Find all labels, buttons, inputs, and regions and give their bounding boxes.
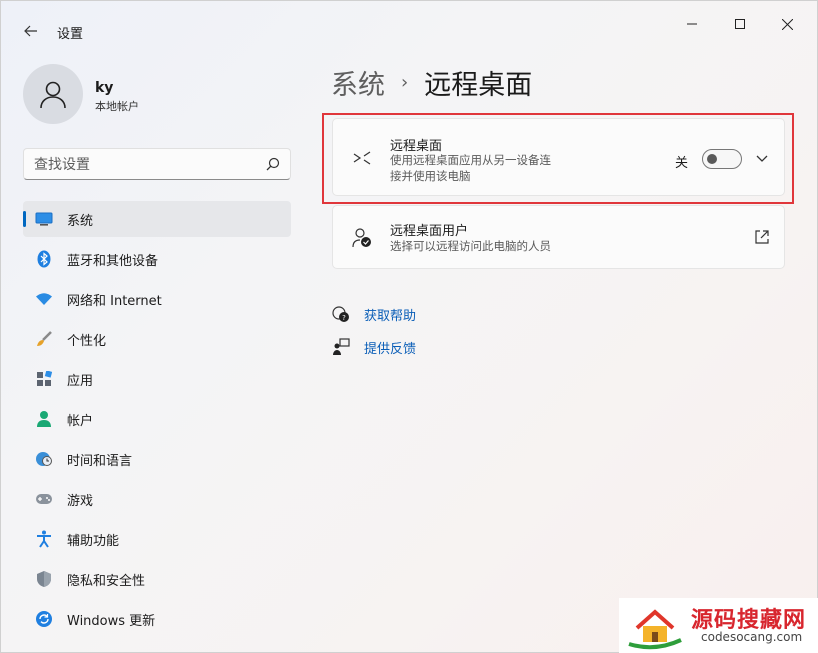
title-bar: 设置 — [1, 1, 818, 49]
remote-desktop-users-title: 远程桌面用户 — [390, 224, 469, 239]
gamepad-icon — [35, 490, 53, 508]
search-box[interactable] — [23, 148, 291, 180]
minimize-icon — [687, 23, 697, 25]
sidebar-item-label: 网络和 Internet — [67, 293, 162, 309]
sidebar-item-label: 时间和语言 — [67, 453, 133, 469]
watermark: 源码搜藏网 codesocang.com — [619, 598, 818, 653]
sidebar-item-personalization[interactable]: 个性化 — [23, 321, 291, 357]
settings-window: 设置 ky 本地帐户 系统 蓝牙和其他设备 — [0, 0, 818, 653]
sidebar-item-system[interactable]: 系统 — [23, 201, 291, 237]
person-icon — [35, 410, 53, 428]
sidebar-item-label: 蓝牙和其他设备 — [67, 253, 159, 269]
help-icon: ? — [331, 304, 351, 324]
give-feedback-link[interactable]: 提供反馈 — [331, 337, 416, 357]
sidebar-nav: 系统 蓝牙和其他设备 网络和 Internet 个性化 应用 帐户 时间和语言 … — [23, 201, 291, 641]
brush-icon — [35, 330, 53, 348]
highlight-box — [322, 113, 794, 204]
breadcrumb-parent[interactable]: 系统 — [331, 63, 385, 102]
feedback-icon — [331, 337, 351, 357]
svg-text:?: ? — [342, 314, 346, 322]
sidebar-item-label: 辅助功能 — [67, 533, 120, 549]
give-feedback-text[interactable]: 提供反馈 — [364, 338, 416, 357]
sidebar-item-label: 个性化 — [67, 333, 107, 349]
watermark-url: codesocang.com — [701, 630, 803, 644]
breadcrumb-separator: › — [401, 72, 409, 93]
user-icon — [40, 81, 66, 109]
open-external-icon[interactable] — [753, 228, 771, 246]
sidebar-item-privacy[interactable]: 隐私和安全性 — [23, 561, 291, 597]
app-title: 设置 — [57, 27, 84, 42]
search-icon[interactable] — [266, 157, 280, 171]
avatar[interactable] — [23, 64, 83, 124]
update-icon — [35, 610, 53, 628]
sidebar-item-accounts[interactable]: 帐户 — [23, 401, 291, 437]
accessibility-icon — [35, 530, 53, 548]
user-check-icon — [351, 227, 373, 249]
bluetooth-icon — [35, 250, 53, 268]
apps-icon — [35, 370, 53, 388]
back-arrow-icon — [24, 25, 37, 37]
remote-desktop-users-description: 选择可以远程访问此电脑的人员 — [390, 239, 551, 253]
page-title: 远程桌面 — [424, 70, 533, 101]
sidebar-item-label: 应用 — [67, 373, 94, 389]
get-help-link[interactable]: ? 获取帮助 — [331, 304, 416, 324]
maximize-button[interactable] — [717, 9, 763, 39]
account-type: 本地帐户 — [95, 100, 139, 113]
close-icon — [781, 18, 793, 30]
sidebar-item-time-language[interactable]: 时间和语言 — [23, 441, 291, 477]
globe-clock-icon — [35, 450, 53, 468]
shield-icon — [35, 570, 53, 588]
close-button[interactable] — [764, 9, 810, 39]
sidebar-item-apps[interactable]: 应用 — [23, 361, 291, 397]
username: ky — [95, 80, 114, 96]
remote-desktop-users-card[interactable]: 远程桌面用户 选择可以远程访问此电脑的人员 — [332, 205, 785, 269]
monitor-icon — [35, 210, 53, 228]
maximize-icon — [735, 19, 745, 29]
sidebar-item-bluetooth[interactable]: 蓝牙和其他设备 — [23, 241, 291, 277]
minimize-button[interactable] — [669, 9, 715, 39]
sidebar-item-label: 隐私和安全性 — [67, 573, 146, 589]
sidebar-item-gaming[interactable]: 游戏 — [23, 481, 291, 517]
sidebar-item-network[interactable]: 网络和 Internet — [23, 281, 291, 317]
sidebar-item-label: 游戏 — [67, 493, 94, 509]
wifi-icon — [35, 290, 53, 308]
sidebar-item-accessibility[interactable]: 辅助功能 — [23, 521, 291, 557]
back-button[interactable] — [17, 17, 45, 45]
search-input[interactable] — [34, 155, 254, 175]
sidebar-item-label: Windows 更新 — [67, 613, 156, 629]
breadcrumb: 系统 › 远程桌面 — [331, 63, 532, 102]
sidebar-item-label: 帐户 — [67, 413, 94, 429]
sidebar-item-windows-update[interactable]: Windows 更新 — [23, 601, 291, 637]
sidebar-item-label: 系统 — [67, 213, 94, 229]
house-logo-icon — [628, 609, 682, 650]
get-help-text[interactable]: 获取帮助 — [364, 305, 416, 324]
